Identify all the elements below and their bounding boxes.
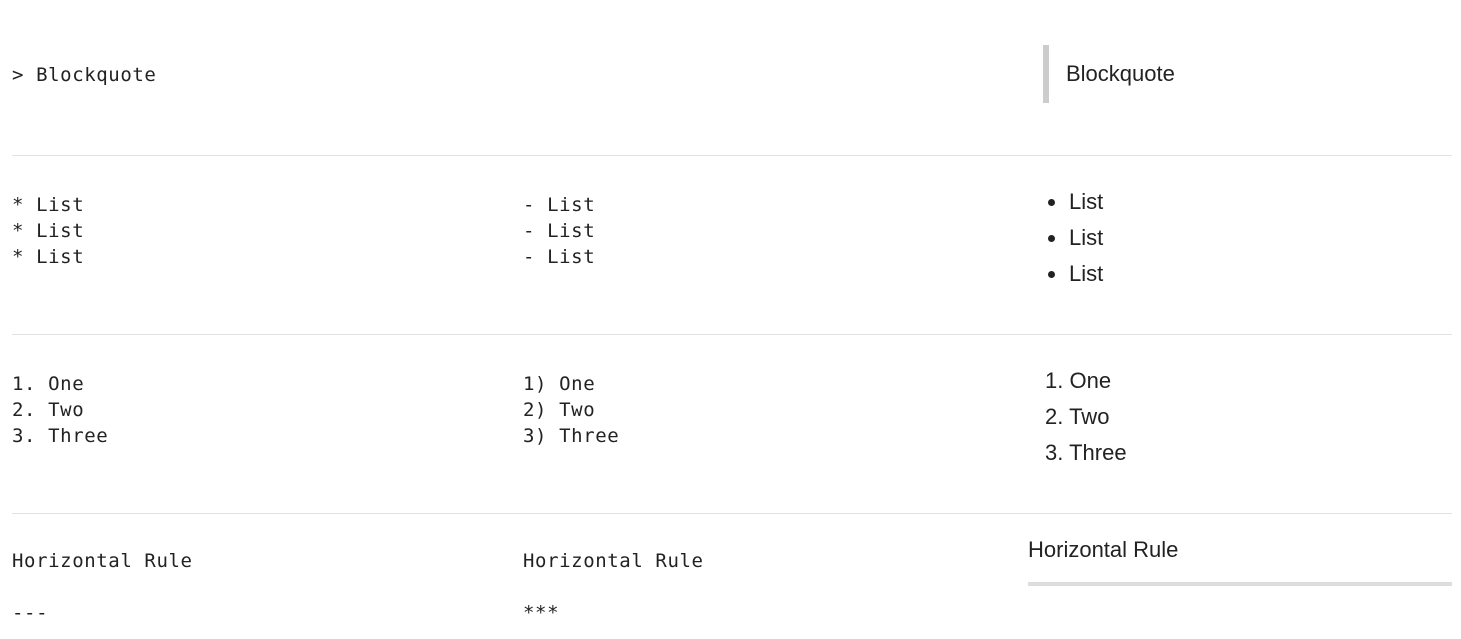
divider-1 [12,155,1452,156]
rendered-bullet-list: List List List [1044,184,1461,292]
unordered-rendered: List List List [1044,184,1461,292]
ordered-paren-line-2: 2) Two [523,399,596,421]
hrule-dash-marker: --- [12,602,49,624]
ordered-source-paren: 1) One 2) Two 3) Three [523,371,619,449]
list-item-text: List [1069,189,1104,214]
list-item: List [1044,184,1461,220]
hrule-rendered-label: Horizontal Rule [1028,537,1179,562]
ordered-source-dot: 1. One 2. Two 3. Three [12,371,108,449]
list-item-text: Three [1069,440,1127,465]
list-item-text: List [1069,225,1104,250]
list-item: 1. One [1044,363,1461,399]
list-item: List [1044,220,1461,256]
hrule-source-star: Horizontal Rule *** [523,548,704,626]
ordered-paren-line-1: 1) One [523,373,596,395]
hrule-dash-label: Horizontal Rule [12,550,193,572]
list-number: 3. [1045,440,1064,465]
bullet-icon [1048,271,1055,278]
divider-3 [12,513,1452,514]
blockquote-source-text: > Blockquote [12,64,157,86]
bullet-icon [1048,199,1055,206]
unordered-source-star: * List * List * List [12,192,84,270]
unordered-star-line-3: * List [12,246,85,268]
hrule-source-dash: Horizontal Rule --- [12,548,193,626]
horizontal-rule-row: Horizontal Rule --- Horizontal Rule *** … [12,537,1452,639]
list-item: 3. Three [1044,435,1461,471]
list-item-text: List [1069,261,1104,286]
unordered-dash-line-2: - List [523,220,596,242]
unordered-star-line-2: * List [12,220,85,242]
divider-2 [12,334,1452,335]
horizontal-rule [1028,582,1452,586]
unordered-star-line-1: * List [12,194,85,216]
list-item-text: Two [1069,404,1110,429]
blockquote-rendered: Blockquote [1043,45,1461,103]
unordered-source-dash: - List - List - List [523,192,595,270]
list-item-text: One [1069,368,1112,393]
ordered-list-row: 1. One 2. Two 3. Three 1) One 2) Two 3) … [12,368,1452,481]
unordered-dash-line-3: - List [523,246,596,268]
bullet-icon [1048,235,1055,242]
unordered-dash-line-1: - List [523,194,596,216]
ordered-dot-line-3: 3. Three [12,425,109,447]
hrule-rendered: Horizontal Rule [1028,536,1452,586]
ordered-dot-line-1: 1. One [12,373,85,395]
ordered-paren-line-3: 3) Three [523,425,620,447]
rendered-numbered-list: 1. One 2. Two 3. Three [1044,363,1461,471]
blockquote-row: > Blockquote Blockquote [12,45,1452,105]
list-number: 2. [1045,404,1064,429]
hrule-star-marker: *** [523,602,560,624]
list-item: 2. Two [1044,399,1461,435]
hrule-star-label: Horizontal Rule [523,550,704,572]
ordered-rendered: 1. One 2. Two 3. Three [1044,363,1461,471]
list-item: List [1044,256,1461,292]
blockquote-source: > Blockquote [12,62,156,88]
blockquote-rendered-box: Blockquote [1043,45,1461,103]
ordered-dot-line-2: 2. Two [12,399,85,421]
blockquote-rendered-text: Blockquote [1066,61,1175,86]
list-number: 1. [1045,368,1064,393]
unordered-list-row: * List * List * List - List - List - Lis… [12,189,1452,302]
